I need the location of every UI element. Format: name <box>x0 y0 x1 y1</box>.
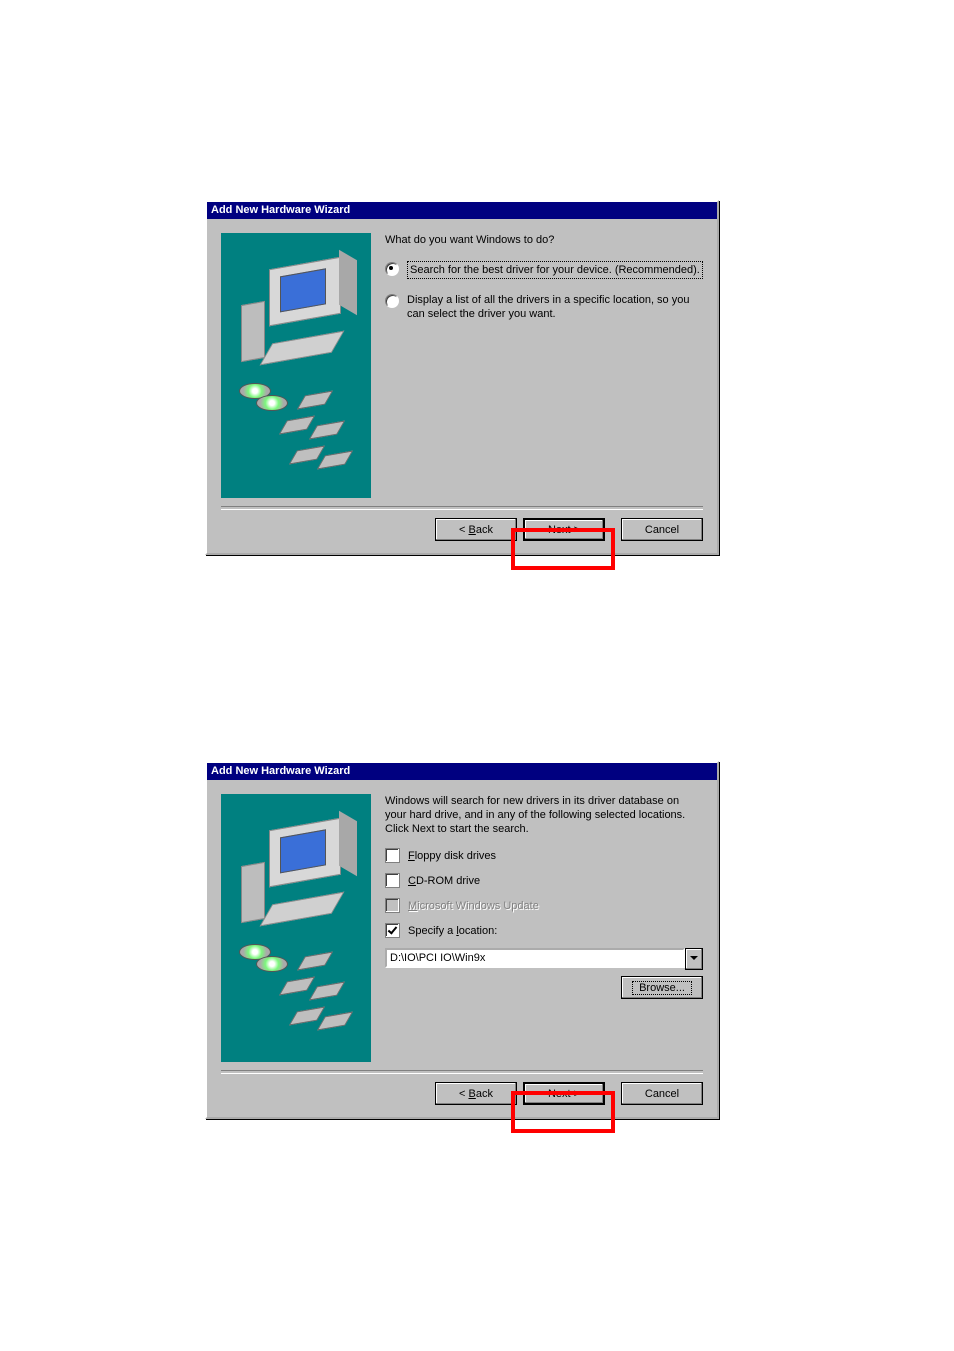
main-panel: What do you want Windows to do? Search f… <box>385 233 703 498</box>
button-row: < Back Next > Cancel <box>207 510 717 553</box>
wizard-dialog-2: Add New Hardware Wizard Windows will sea… <box>205 761 719 1119</box>
radio-label-search: Search for the best driver for your devi… <box>407 261 703 279</box>
wizard-graphic <box>221 794 371 1062</box>
next-button[interactable]: Next > <box>523 518 605 541</box>
location-input[interactable] <box>385 948 685 968</box>
checkbox-icon <box>385 898 400 913</box>
wizard-dialog-1: Add New Hardware Wizard What do you want… <box>205 200 719 555</box>
titlebar: Add New Hardware Wizard <box>207 202 717 219</box>
checkbox-floppy[interactable]: Floppy disk drives <box>385 848 703 863</box>
checkbox-msupdate: Microsoft Windows Update <box>385 898 703 913</box>
cancel-button[interactable]: Cancel <box>621 518 703 541</box>
checkbox-label-floppy: Floppy disk drives <box>408 849 496 863</box>
main-panel: Windows will search for new drivers in i… <box>385 794 703 1062</box>
checkbox-label-msupdate: Microsoft Windows Update <box>408 899 539 913</box>
titlebar: Add New Hardware Wizard <box>207 763 717 780</box>
checkbox-label-cdrom: CD-ROM drive <box>408 874 480 888</box>
checkbox-specify[interactable]: Specify a location: <box>385 923 703 938</box>
browse-row: Browse... <box>385 976 703 999</box>
checkbox-icon <box>385 873 400 888</box>
wizard-graphic <box>221 233 371 498</box>
prompt-text: What do you want Windows to do? <box>385 233 703 247</box>
location-row <box>385 948 703 970</box>
browse-button[interactable]: Browse... <box>621 976 703 999</box>
checkbox-icon <box>385 923 400 938</box>
radio-icon <box>385 262 399 276</box>
description-text: Windows will search for new drivers in i… <box>385 794 703 836</box>
back-button[interactable]: < Back <box>435 1082 517 1105</box>
back-button[interactable]: < Back <box>435 518 517 541</box>
checkbox-cdrom[interactable]: CD-ROM drive <box>385 873 703 888</box>
radio-option-search[interactable]: Search for the best driver for your devi… <box>385 261 703 279</box>
dialog-content: Windows will search for new drivers in i… <box>207 780 717 1066</box>
checkbox-icon <box>385 848 400 863</box>
radio-option-list[interactable]: Display a list of all the drivers in a s… <box>385 293 703 321</box>
dropdown-button[interactable] <box>685 948 703 970</box>
button-row: < Back Next > Cancel <box>207 1074 717 1117</box>
checkbox-label-specify: Specify a location: <box>408 924 497 938</box>
dialog-content: What do you want Windows to do? Search f… <box>207 219 717 502</box>
cancel-button[interactable]: Cancel <box>621 1082 703 1105</box>
radio-label-list: Display a list of all the drivers in a s… <box>407 293 703 321</box>
next-button[interactable]: Next > <box>523 1082 605 1105</box>
radio-icon <box>385 294 399 308</box>
